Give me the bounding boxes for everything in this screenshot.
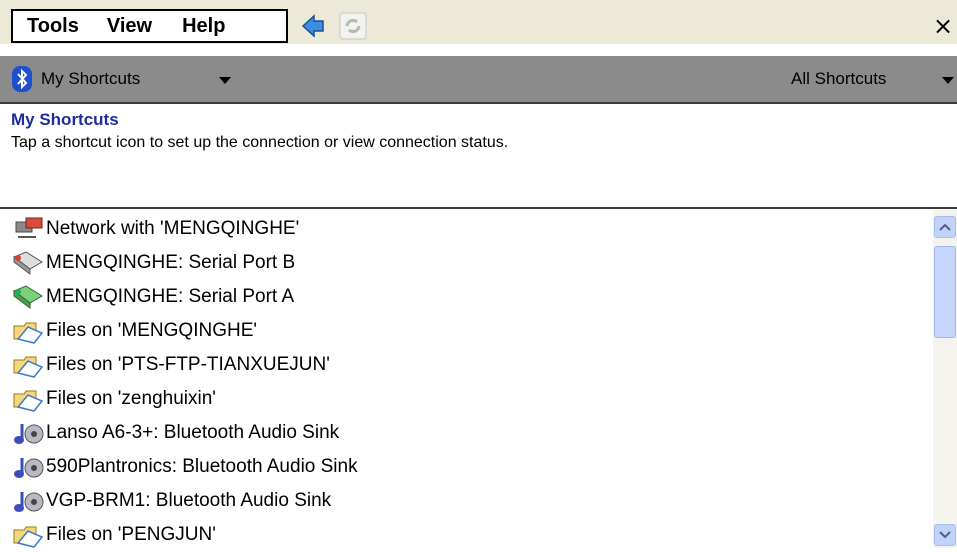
shortcut-item[interactable]: Files on 'PTS-FTP-TIANXUEJUN'	[12, 348, 330, 382]
shortcut-label: Lanso A6-3+: Bluetooth Audio Sink	[46, 422, 340, 443]
shortcut-label: MENGQINGHE: Serial Port B	[46, 252, 296, 273]
shortcut-label: Files on 'PTS-FTP-TIANXUEJUN'	[46, 354, 330, 375]
shortcut-label: Network with 'MENGQINGHE'	[46, 218, 300, 239]
back-arrow-icon	[301, 14, 324, 38]
menu-tools[interactable]: Tools	[13, 15, 79, 38]
page-title: My Shortcuts	[11, 110, 119, 129]
shortcut-label: Files on 'PENGJUN'	[46, 524, 216, 545]
refresh-icon	[339, 12, 367, 40]
shortcut-bar: My Shortcuts All Shortcuts	[0, 56, 957, 104]
shortcut-label: 590Plantronics: Bluetooth Audio Sink	[46, 456, 358, 477]
serial-port-icon	[13, 251, 43, 275]
audio-icon	[14, 458, 44, 478]
shortcut-item[interactable]: MENGQINGHE: Serial Port A	[12, 280, 294, 314]
chevron-down-icon	[939, 531, 951, 539]
folder-icon	[13, 322, 44, 344]
shortcut-list: Network with 'MENGQINGHE' MENGQINGHE: Se…	[0, 207, 957, 548]
folder-icon	[13, 356, 44, 378]
close-button[interactable]: ×	[929, 9, 957, 43]
folder-icon	[13, 526, 44, 548]
menu-group: Tools View Help	[11, 9, 288, 43]
page-description: Tap a shortcut icon to set up the connec…	[11, 134, 509, 151]
shortcut-filter-dropdown-icon[interactable]	[942, 77, 954, 84]
shortcut-item[interactable]: Lanso A6-3+: Bluetooth Audio Sink	[12, 416, 339, 450]
shortcut-selector-label[interactable]: My Shortcuts	[41, 69, 140, 89]
shortcut-item[interactable]: Files on 'zenghuixin'	[12, 382, 216, 416]
shortcut-item[interactable]: MENGQINGHE: Serial Port B	[12, 246, 295, 280]
scroll-up-button[interactable]	[934, 216, 956, 238]
shortcut-item[interactable]: Files on 'MENGQINGHE'	[12, 314, 257, 348]
serial-port-active-icon	[13, 285, 43, 309]
shortcut-label: MENGQINGHE: Serial Port A	[46, 286, 295, 307]
audio-icon	[14, 424, 44, 444]
chevron-up-icon	[939, 223, 951, 231]
refresh-button[interactable]	[332, 9, 374, 43]
shortcut-label: VGP-BRM1: Bluetooth Audio Sink	[46, 490, 332, 511]
audio-icon	[14, 492, 44, 512]
shortcut-selector-dropdown-icon[interactable]	[219, 77, 231, 84]
shortcut-label: Files on 'MENGQINGHE'	[46, 320, 258, 341]
shortcut-item[interactable]: Files on 'PENGJUN'	[12, 518, 216, 552]
shortcut-item[interactable]: VGP-BRM1: Bluetooth Audio Sink	[12, 484, 331, 518]
shortcut-label: Files on 'zenghuixin'	[46, 388, 216, 409]
menu-view[interactable]: View	[79, 15, 152, 38]
shortcut-item[interactable]: 590Plantronics: Bluetooth Audio Sink	[12, 450, 358, 484]
scroll-down-button[interactable]	[934, 524, 956, 546]
folder-icon	[13, 390, 44, 412]
vertical-scrollbar[interactable]	[933, 210, 957, 548]
scroll-thumb[interactable]	[934, 246, 956, 338]
network-icon	[15, 217, 43, 238]
back-button[interactable]	[292, 9, 334, 43]
shortcut-item[interactable]: Network with 'MENGQINGHE'	[12, 212, 299, 246]
shortcut-filter-label[interactable]: All Shortcuts	[791, 69, 886, 89]
menu-help[interactable]: Help	[152, 15, 225, 38]
menu-bar: Tools View Help ×	[0, 0, 957, 44]
bluetooth-icon	[12, 66, 32, 92]
